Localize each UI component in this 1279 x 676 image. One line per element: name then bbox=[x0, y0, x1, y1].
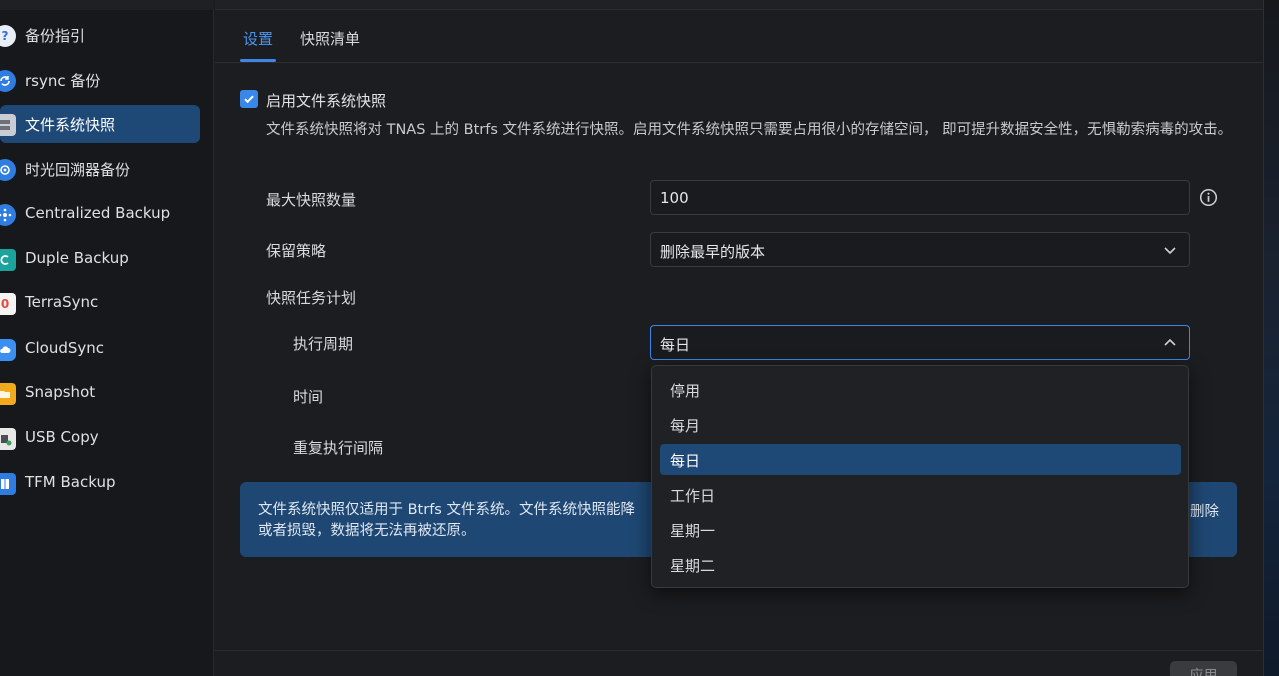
sidebar-item-usb-copy[interactable]: USB Copy bbox=[0, 419, 200, 457]
max-snapshots-label: 最大快照数量 bbox=[266, 191, 357, 209]
chevron-down-icon bbox=[1164, 247, 1176, 255]
sidebar-item-label: Centralized Backup bbox=[25, 204, 171, 222]
period-label: 执行周期 bbox=[293, 335, 354, 353]
enable-snapshot-label: 启用文件系统快照 bbox=[266, 92, 387, 110]
sidebar-item-label: rsync 备份 bbox=[25, 72, 101, 90]
footer-divider bbox=[215, 650, 1263, 651]
network-hub-icon bbox=[0, 204, 16, 226]
chevron-up-icon bbox=[1164, 338, 1176, 346]
snapshot-description: 文件系统快照将对 TNAS 上的 Btrfs 文件系统进行快照。启用文件系统快照… bbox=[266, 122, 1233, 138]
sidebar-item-label: 备份指引 bbox=[25, 27, 86, 45]
option-label: 每日 bbox=[670, 452, 701, 470]
apply-button[interactable]: 应用 bbox=[1170, 661, 1237, 676]
notice-line-2: 或者损毁，数据将无法再被还原。 bbox=[258, 523, 476, 539]
period-dropdown-menu: 停用 每月 每日 工作日 星期一 星期二 bbox=[651, 365, 1189, 588]
sidebar-item-backup-guide[interactable]: ? 备份指引 bbox=[0, 16, 200, 54]
sync-icon bbox=[0, 70, 16, 92]
book-icon bbox=[0, 473, 16, 495]
sidebar-item-label: USB Copy bbox=[25, 428, 99, 446]
option-label: 每月 bbox=[670, 417, 701, 435]
max-snapshots-input[interactable]: 100 bbox=[650, 180, 1190, 215]
sidebar-item-time-machine[interactable]: 时光回溯器备份 bbox=[0, 150, 200, 188]
dropdown-option-monday[interactable]: 星期一 bbox=[660, 514, 1181, 545]
schedule-section-label: 快照任务计划 bbox=[266, 289, 357, 307]
gear-clock-icon bbox=[0, 159, 16, 181]
sidebar-item-label: CloudSync bbox=[25, 339, 104, 357]
sidebar-item-snapshot[interactable]: Snapshot bbox=[0, 374, 200, 412]
max-snapshots-value: 100 bbox=[660, 189, 689, 207]
option-label: 工作日 bbox=[670, 487, 716, 505]
retention-policy-label: 保留策略 bbox=[266, 242, 327, 260]
notice-text: 文件系统快照仅适用于 Btrfs 文件系统。文件系统快照能降 或者损毁，数据将无… bbox=[258, 500, 635, 542]
terrasync-icon: 0 bbox=[0, 293, 16, 315]
interval-label: 重复执行间隔 bbox=[293, 439, 384, 457]
notice-line-1: 文件系统快照仅适用于 Btrfs 文件系统。文件系统快照能降 bbox=[258, 502, 635, 518]
sidebar-top-strip bbox=[0, 0, 214, 10]
sidebar-item-fs-snapshot[interactable]: 文件系统快照 bbox=[0, 105, 200, 143]
checkmark-icon bbox=[244, 95, 254, 104]
duple-icon bbox=[0, 249, 16, 271]
dropdown-option-monthly[interactable]: 每月 bbox=[660, 409, 1181, 440]
sidebar-item-rsync-backup[interactable]: rsync 备份 bbox=[0, 61, 200, 99]
tab-settings[interactable]: 设置 bbox=[243, 28, 273, 49]
sidebar-item-label: Snapshot bbox=[25, 383, 96, 401]
sidebar-item-label: Duple Backup bbox=[25, 249, 129, 267]
snapshot-drive-icon bbox=[0, 114, 16, 136]
sidebar-item-duple-backup[interactable]: Duple Backup bbox=[0, 240, 200, 278]
sidebar-item-label: 时光回溯器备份 bbox=[25, 161, 131, 179]
sidebar-item-label: TFM Backup bbox=[25, 473, 116, 491]
sidebar-item-cloudsync[interactable]: CloudSync bbox=[0, 330, 200, 368]
period-select[interactable]: 每日 bbox=[650, 325, 1190, 360]
dropdown-option-disabled[interactable]: 停用 bbox=[660, 374, 1181, 405]
desktop-background-edge bbox=[1264, 0, 1279, 676]
sidebar-item-tfm-backup[interactable]: TFM Backup bbox=[0, 464, 200, 502]
option-label: 星期二 bbox=[670, 557, 716, 575]
retention-policy-select[interactable]: 删除最早的版本 bbox=[650, 232, 1190, 267]
period-value: 每日 bbox=[660, 336, 691, 354]
notice-line-1-tail: 删除 bbox=[1190, 504, 1219, 520]
tab-snapshot-list[interactable]: 快照清单 bbox=[300, 28, 360, 49]
info-icon[interactable] bbox=[1199, 188, 1218, 207]
sidebar-item-centralized-backup[interactable]: Centralized Backup bbox=[0, 195, 200, 233]
retention-policy-value: 删除最早的版本 bbox=[660, 243, 766, 261]
dropdown-option-tuesday[interactable]: 星期二 bbox=[660, 549, 1181, 580]
top-strip bbox=[215, 0, 1264, 10]
dropdown-option-workday[interactable]: 工作日 bbox=[660, 479, 1181, 510]
option-label: 停用 bbox=[670, 382, 701, 400]
app-window: ? 备份指引 rsync 备份 文件系统快照 时光回溯器备份 Centraliz… bbox=[0, 0, 1279, 676]
sidebar-item-label: TerraSync bbox=[25, 293, 99, 311]
usb-icon bbox=[0, 428, 16, 450]
enable-snapshot-checkbox[interactable] bbox=[240, 90, 258, 108]
sidebar-item-label: 文件系统快照 bbox=[25, 116, 116, 134]
active-tab-indicator bbox=[240, 59, 276, 62]
question-icon: ? bbox=[0, 25, 16, 47]
tab-bar: 设置 快照清单 bbox=[215, 11, 1263, 63]
cloud-icon bbox=[0, 339, 16, 361]
sidebar-item-terrasync[interactable]: 0 TerraSync bbox=[0, 284, 200, 322]
folder-icon bbox=[0, 383, 16, 405]
time-label: 时间 bbox=[293, 388, 324, 406]
dropdown-option-daily[interactable]: 每日 bbox=[660, 444, 1181, 475]
sidebar: ? 备份指引 rsync 备份 文件系统快照 时光回溯器备份 Centraliz… bbox=[0, 0, 214, 676]
option-label: 星期一 bbox=[670, 522, 716, 540]
